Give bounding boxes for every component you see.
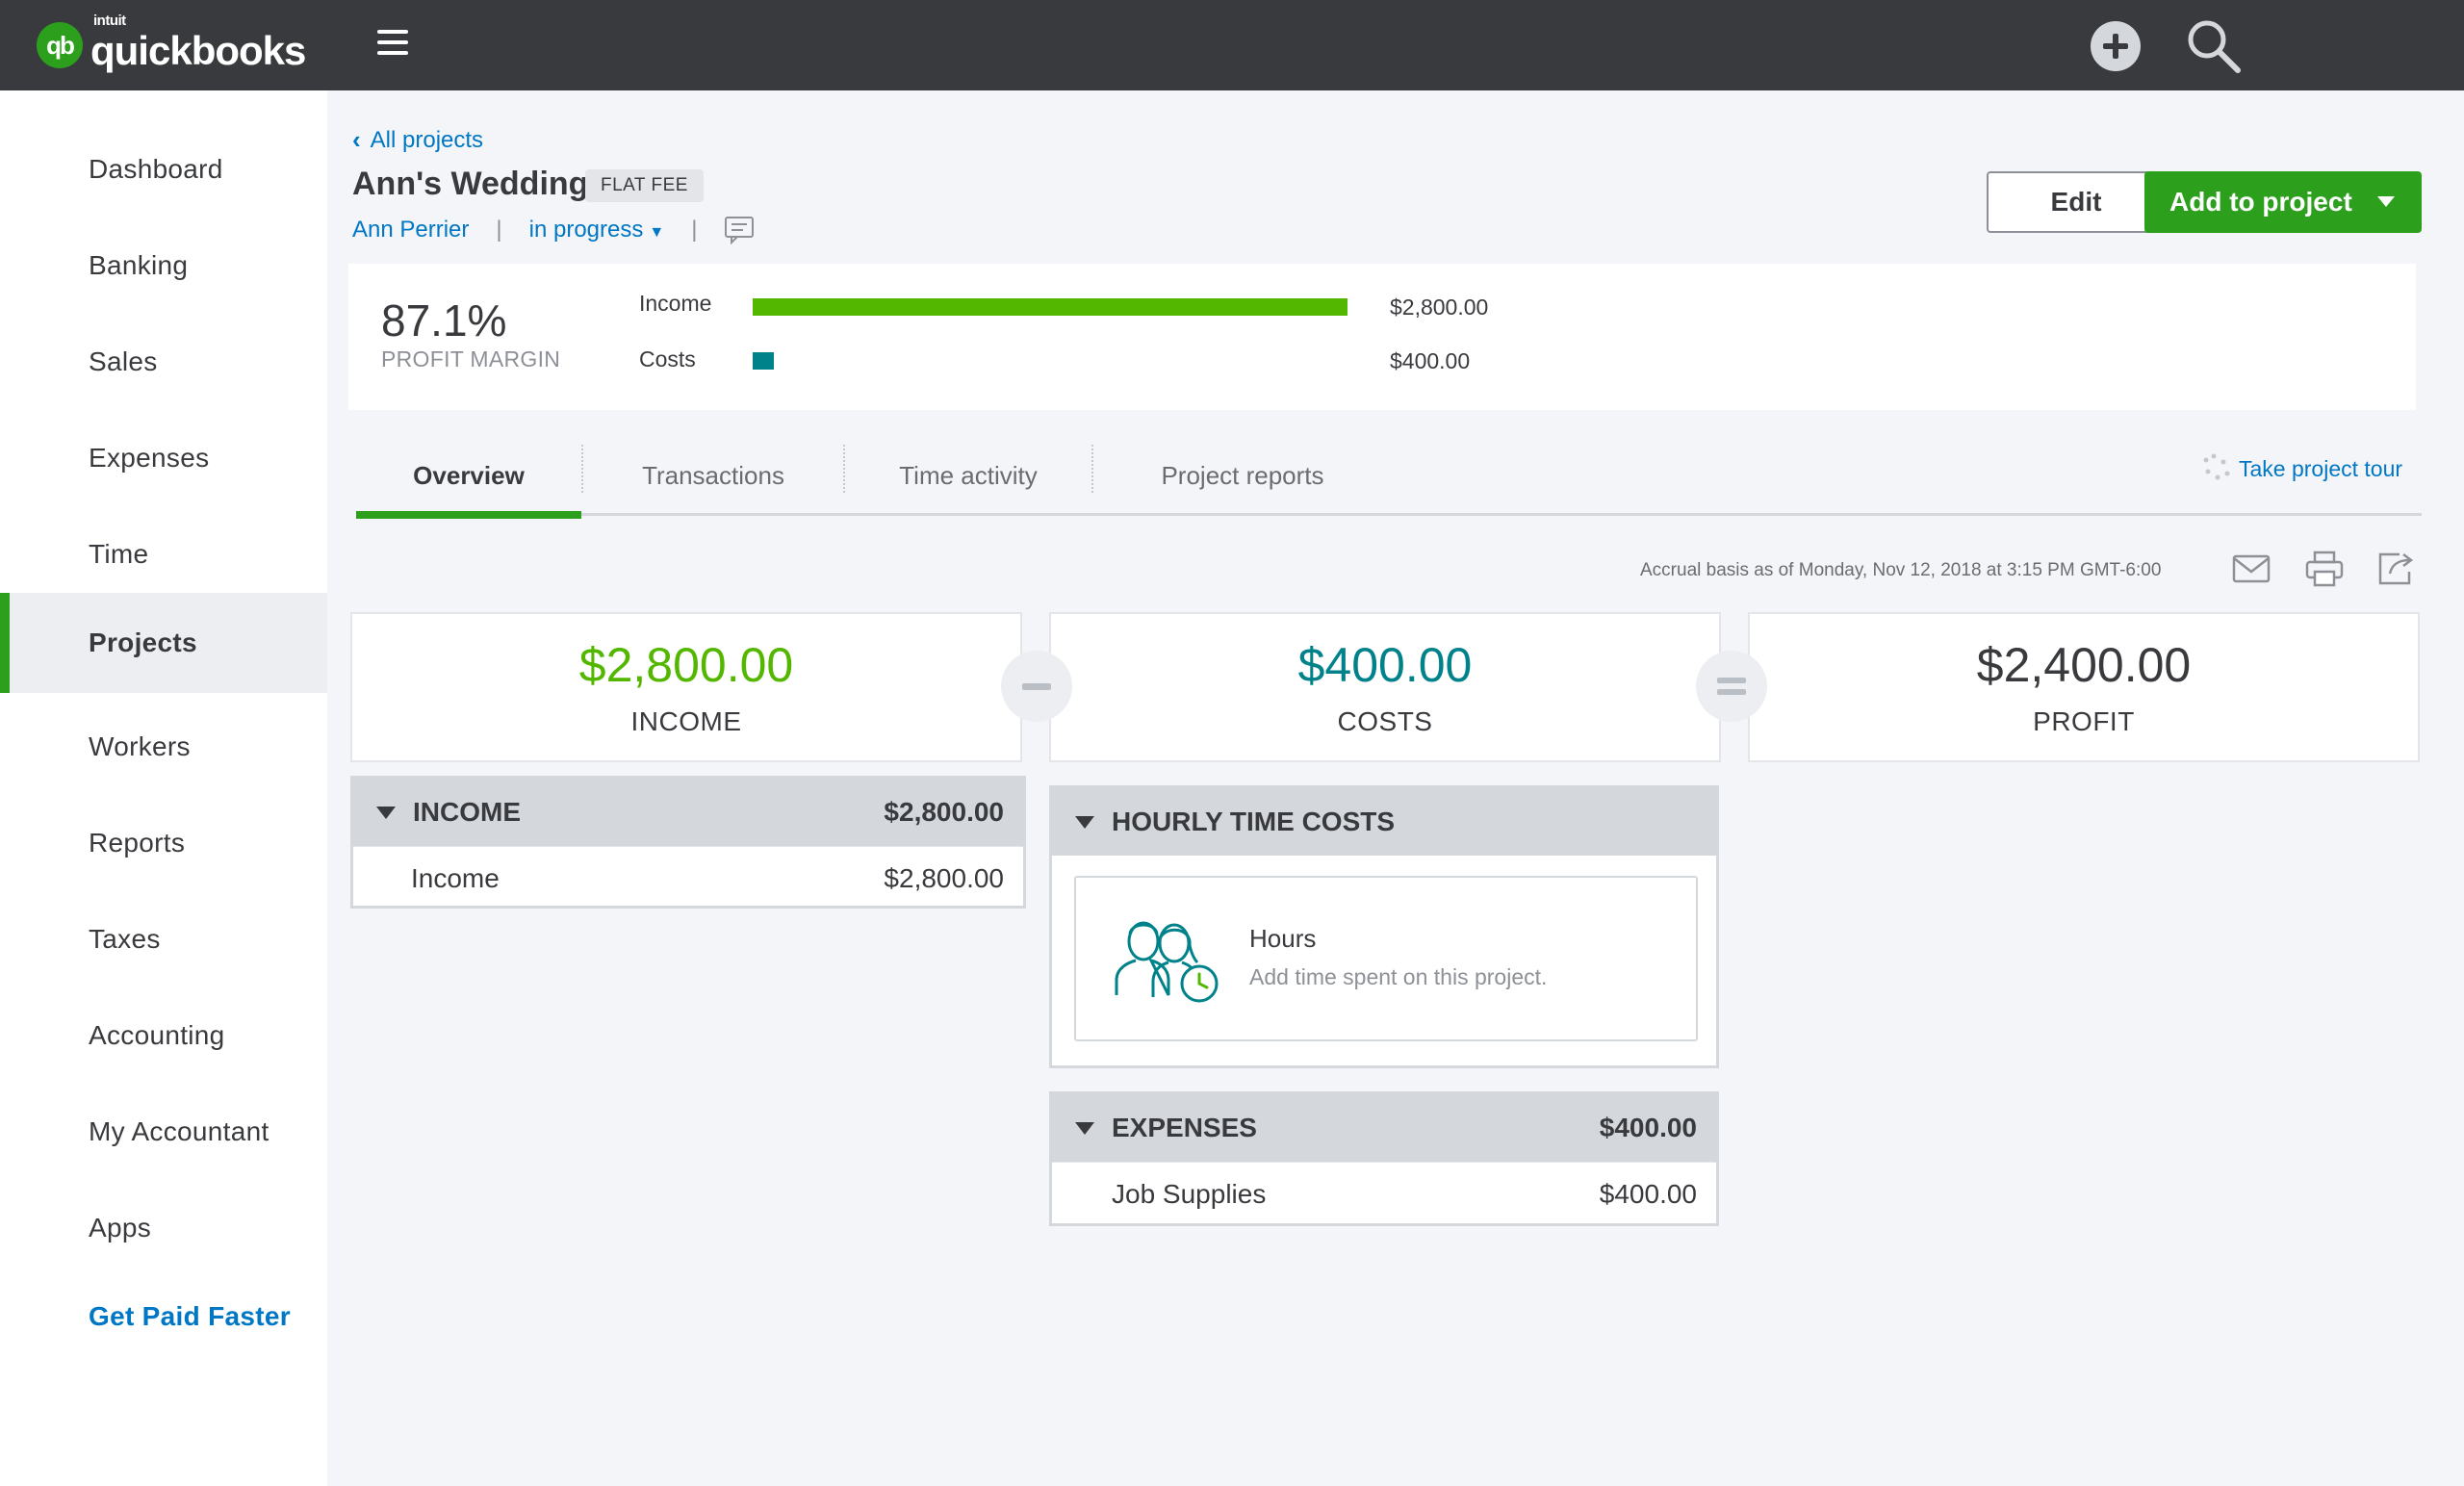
create-plus-icon[interactable] (2087, 17, 2144, 75)
costs-bar (753, 352, 775, 370)
sidebar-item-projects[interactable]: Projects (0, 593, 327, 693)
hours-subtitle: Add time spent on this project. (1249, 964, 1548, 989)
tab-overview[interactable]: Overview (356, 435, 581, 519)
qb-logo-icon: qb (37, 22, 83, 68)
sidebar-item-expenses[interactable]: Expenses (0, 408, 327, 508)
collapse-triangle-icon (1075, 815, 1094, 829)
income-section-total: $2,800.00 (884, 797, 1004, 827)
all-projects-link[interactable]: ‹ All projects (352, 125, 483, 155)
accrual-basis-text: Accrual basis as of Monday, Nov 12, 2018… (1640, 560, 2162, 580)
add-to-project-button[interactable]: Add to project (2144, 171, 2422, 233)
note-icon[interactable] (724, 216, 755, 244)
take-project-tour-link[interactable]: Take project tour (2200, 452, 2402, 485)
collapse-triangle-icon (376, 806, 396, 819)
sidebar-item-workers[interactable]: Workers (0, 697, 327, 797)
costs-summary-card: $400.00 COSTS (1049, 612, 1721, 762)
caret-down-icon: ▼ (649, 224, 665, 241)
top-bar: qb intuit quickbooks (0, 0, 2464, 90)
expenses-section-total: $400.00 (1599, 1113, 1697, 1142)
intuit-wordmark: intuit (93, 13, 126, 29)
profit-total: $2,400.00 (1976, 638, 2192, 692)
email-icon[interactable] (2227, 545, 2275, 593)
status-dropdown[interactable]: in progress ▼ (529, 217, 665, 243)
chevron-left-icon: ‹ (352, 125, 361, 154)
costs-bar-amount: $400.00 (1390, 348, 1471, 373)
hourly-section-header[interactable]: HOURLY TIME COSTS (1052, 788, 1716, 856)
project-meta: Ann Perrier | in progress ▼ | (352, 216, 755, 244)
quickbooks-wordmark: quickbooks (90, 28, 306, 73)
tab-project-reports[interactable]: Project reports (1093, 435, 1392, 516)
profit-margin-label: PROFIT MARGIN (381, 346, 561, 372)
people-clock-icon (1111, 916, 1222, 1010)
quickbooks-logo[interactable]: qb intuit quickbooks (37, 13, 306, 73)
project-tabs: Overview Transactions Time activity Proj… (356, 435, 2422, 519)
export-icon[interactable] (2372, 545, 2420, 593)
profit-summary-card: $2,400.00 PROFIT (1748, 612, 2420, 762)
sidebar-item-reports[interactable]: Reports (0, 793, 327, 893)
print-icon[interactable] (2300, 545, 2348, 593)
sidebar-item-my-accountant[interactable]: My Accountant (0, 1082, 327, 1182)
minus-icon (1001, 651, 1072, 722)
expenses-section-header[interactable]: EXPENSES $400.00 (1052, 1094, 1716, 1162)
tour-icon (2203, 453, 2230, 480)
tab-transactions[interactable]: Transactions (583, 435, 843, 516)
income-bar (753, 298, 1348, 316)
sidebar-item-sales[interactable]: Sales (0, 312, 327, 412)
sidebar: Dashboard Banking Sales Expenses Time Pr… (0, 90, 327, 1486)
hours-empty-card[interactable]: Hours Add time spent on this project. (1074, 876, 1698, 1041)
income-section-header[interactable]: INCOME $2,800.00 (353, 779, 1023, 846)
sidebar-item-accounting[interactable]: Accounting (0, 986, 327, 1086)
income-bar-amount: $2,800.00 (1390, 295, 1489, 320)
costs-total: $400.00 (1297, 638, 1473, 692)
get-paid-faster-link[interactable]: Get Paid Faster (0, 1267, 327, 1367)
flat-fee-badge: FLAT FEE (585, 169, 704, 202)
caret-down-icon (2377, 196, 2395, 207)
page-title: Ann's Wedding (352, 166, 589, 202)
income-bar-label: Income (639, 291, 712, 316)
profit-card-label: PROFIT (2033, 706, 2135, 736)
table-row[interactable]: Job Supplies $400.00 (1052, 1162, 1716, 1225)
income-section: INCOME $2,800.00 Income $2,800.00 (350, 776, 1026, 909)
income-card-label: INCOME (630, 706, 742, 736)
profit-margin-panel: 87.1% PROFIT MARGIN Income $2,800.00 Cos… (348, 264, 2416, 410)
hours-title: Hours (1249, 924, 1317, 953)
sidebar-item-dashboard[interactable]: Dashboard (0, 119, 327, 219)
sidebar-item-apps[interactable]: Apps (0, 1178, 327, 1278)
costs-card-label: COSTS (1337, 706, 1433, 736)
sidebar-item-taxes[interactable]: Taxes (0, 889, 327, 989)
search-icon[interactable] (2185, 17, 2243, 75)
customer-link[interactable]: Ann Perrier (352, 217, 469, 243)
collapse-triangle-icon (1075, 1121, 1094, 1135)
sidebar-item-banking[interactable]: Banking (0, 216, 327, 316)
profit-margin-value: 87.1% (381, 295, 507, 346)
income-total: $2,800.00 (578, 638, 794, 692)
costs-bar-label: Costs (639, 346, 696, 372)
tab-time-activity[interactable]: Time activity (845, 435, 1091, 516)
equals-icon (1696, 651, 1767, 722)
income-summary-card: $2,800.00 INCOME (350, 612, 1022, 762)
expenses-section: EXPENSES $400.00 Job Supplies $400.00 (1049, 1091, 1719, 1226)
table-row[interactable]: Income $2,800.00 (353, 846, 1023, 910)
sidebar-item-time[interactable]: Time (0, 504, 327, 604)
menu-icon[interactable] (377, 30, 408, 57)
edit-button[interactable]: Edit (1987, 171, 2166, 233)
